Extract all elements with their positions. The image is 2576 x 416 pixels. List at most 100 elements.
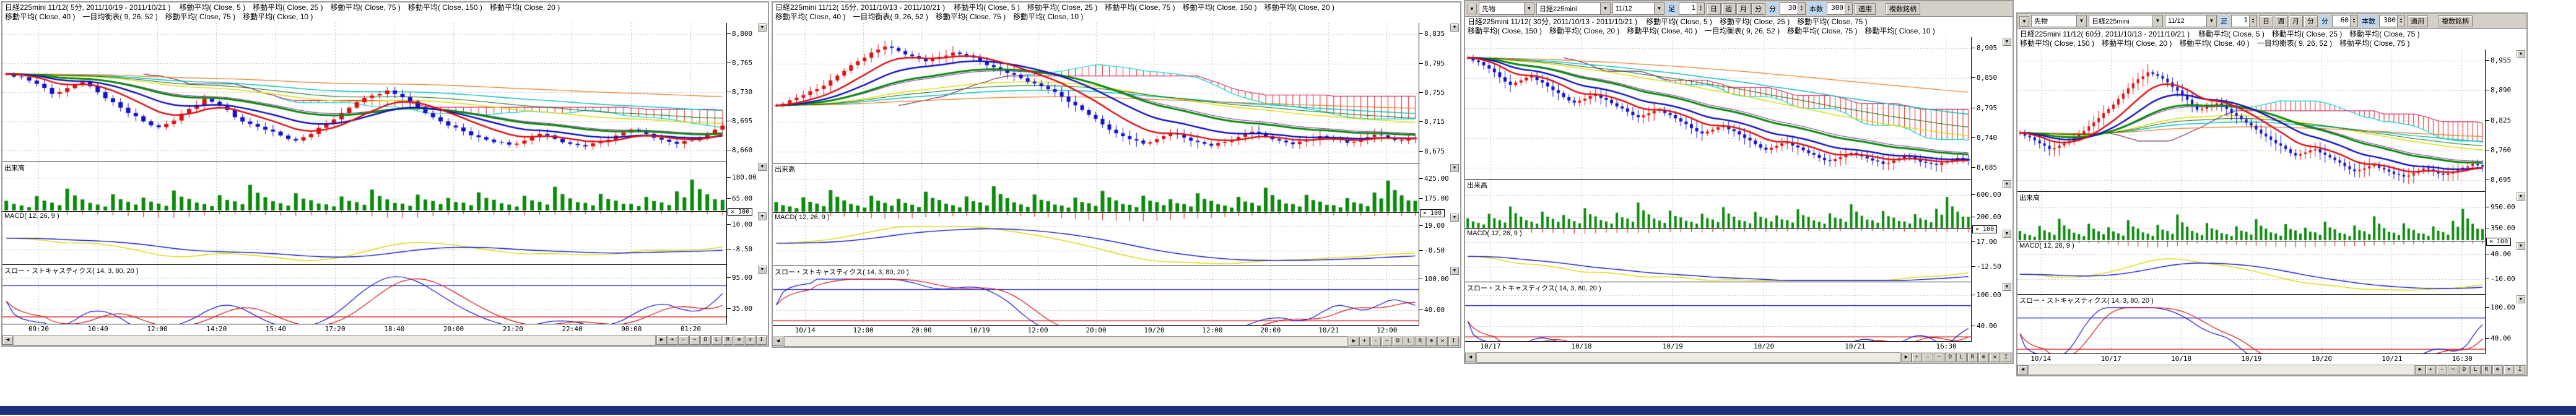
tool-button-+[interactable]: + (1912, 353, 1922, 362)
scroll-left-button[interactable]: ◀ (2, 336, 13, 345)
multi-symbol-button[interactable]: 複数銘柄 (2438, 15, 2473, 27)
period-button-0[interactable]: 日 (1707, 3, 1721, 15)
pane-scale-dropdown[interactable]: ▼ (1450, 214, 1459, 222)
chevron-down-icon[interactable]: ▼ (2152, 15, 2162, 27)
price-chart-canvas[interactable] (2, 23, 726, 162)
spinner-arrows-icon[interactable]: ▲▼ (1845, 3, 1852, 14)
pane-scale-dropdown[interactable]: ▼ (2003, 180, 2011, 188)
tool-button-✕[interactable]: ✕ (1990, 353, 2000, 362)
tool-button-R[interactable]: R (2481, 365, 2492, 375)
period-button-3[interactable]: 分 (1751, 3, 1765, 15)
tool-button-⊕[interactable]: ⊕ (1426, 337, 1437, 346)
price-chart-canvas[interactable] (1465, 37, 1971, 179)
spinner-arrows-icon[interactable]: ▲▼ (1798, 3, 1805, 14)
bar-count-spinner[interactable]: 300 ▲▼ (1827, 2, 1853, 15)
contract-month-select[interactable]: 11/12 ▼ (1612, 2, 1664, 15)
tool-button--[interactable]: - (2437, 365, 2447, 375)
volume-chart-canvas[interactable] (773, 163, 1419, 212)
tool-button--[interactable]: - (1370, 337, 1381, 346)
minute-spinner[interactable]: 60 ▲▼ (2332, 15, 2358, 27)
instrument-type-select[interactable]: 先物 ▼ (2031, 15, 2087, 27)
period-button-0[interactable]: 日 (2259, 15, 2273, 27)
spinner-arrows-icon[interactable]: ▲▼ (2249, 15, 2256, 27)
contract-month-select[interactable]: 11/12 ▼ (2165, 15, 2217, 27)
pane-scale-dropdown[interactable]: ▼ (2517, 242, 2525, 250)
chevron-down-icon[interactable]: ▼ (2206, 15, 2216, 27)
scroll-left-button[interactable]: ◀ (1465, 353, 1476, 362)
volume-chart-canvas[interactable] (1465, 180, 1971, 228)
scroll-right-button[interactable]: ▶ (1349, 337, 1359, 346)
minute-spinner[interactable]: 30 ▲▼ (1780, 2, 1806, 15)
tool-button-I[interactable]: I (2515, 365, 2525, 375)
tool-button-+[interactable]: + (667, 336, 677, 345)
pane-scale-dropdown[interactable]: ▼ (758, 163, 767, 171)
pane-scale-dropdown[interactable]: ▼ (758, 24, 767, 32)
period-button-1[interactable]: 週 (2274, 15, 2288, 27)
volume-chart-canvas[interactable] (2, 162, 726, 211)
pane-scale-dropdown[interactable]: ▼ (2003, 283, 2011, 291)
horizontal-scrollbar[interactable] (2029, 365, 2414, 375)
macd-chart-canvas[interactable] (1465, 229, 1971, 282)
tick-count-spinner[interactable]: 1 ▲▼ (1679, 2, 1705, 15)
tool-button-L[interactable]: L (1956, 353, 1967, 362)
tool-button-~[interactable]: ~ (689, 336, 700, 345)
tool-button-✕[interactable]: ✕ (1437, 337, 1448, 346)
volume-chart-canvas[interactable] (2017, 192, 2485, 241)
macd-chart-canvas[interactable] (2, 212, 726, 264)
pane-scale-dropdown[interactable]: ▼ (2003, 38, 2011, 46)
period-button-1[interactable]: 週 (1721, 3, 1736, 15)
tool-button-L[interactable]: L (711, 336, 722, 345)
price-chart-canvas[interactable] (773, 23, 1419, 163)
tool-button--[interactable]: - (1923, 353, 1933, 362)
tool-button-D[interactable]: D (2459, 365, 2469, 375)
macd-chart-canvas[interactable] (2017, 241, 2485, 294)
tool-button-⊕[interactable]: ⊕ (734, 336, 744, 345)
pane-scale-dropdown[interactable]: ▼ (1450, 164, 1459, 172)
chevron-down-icon[interactable]: ▼ (1654, 3, 1664, 14)
window-menu-button[interactable]: ▼ (2019, 16, 2029, 27)
tool-button-D[interactable]: D (1393, 337, 1403, 346)
pane-scale-dropdown[interactable]: ▼ (1450, 24, 1459, 32)
tool-button-+[interactable]: + (1359, 337, 1370, 346)
chevron-down-icon[interactable]: ▼ (1524, 3, 1534, 14)
pane-scale-dropdown[interactable]: ▼ (2003, 230, 2011, 238)
pane-scale-dropdown[interactable]: ▼ (2517, 50, 2525, 58)
chevron-down-icon[interactable]: ▼ (2076, 15, 2086, 27)
tool-button-L[interactable]: L (2470, 365, 2481, 375)
bar-count-spinner[interactable]: 300 ▲▼ (2379, 15, 2405, 27)
chevron-down-icon[interactable]: ▼ (1600, 3, 1610, 14)
tool-button-R[interactable]: R (1415, 337, 1425, 346)
scroll-right-button[interactable]: ▶ (656, 336, 667, 345)
macd-chart-canvas[interactable] (773, 213, 1419, 266)
tool-button-I[interactable]: I (1448, 337, 1459, 346)
horizontal-scrollbar[interactable] (14, 335, 656, 345)
tool-button-⊕[interactable]: ⊕ (2492, 365, 2503, 375)
tick-count-spinner[interactable]: 1 ▲▼ (2231, 15, 2257, 27)
tool-button-I[interactable]: I (756, 336, 767, 345)
symbol-select[interactable]: 日経225mini ▼ (2089, 15, 2163, 27)
instrument-type-select[interactable]: 先物 ▼ (1479, 2, 1534, 15)
tool-button-✕[interactable]: ✕ (2504, 365, 2514, 375)
tool-button-~[interactable]: ~ (1382, 337, 1392, 346)
spinner-arrows-icon[interactable]: ▲▼ (2397, 15, 2404, 27)
multi-symbol-button[interactable]: 複数銘柄 (1886, 3, 1920, 15)
tool-button-D[interactable]: D (1945, 353, 1956, 362)
price-chart-canvas[interactable] (2017, 50, 2485, 191)
pane-scale-dropdown[interactable]: ▼ (758, 266, 767, 274)
window-menu-button[interactable]: ▼ (1467, 4, 1477, 14)
tool-button-~[interactable]: ~ (2448, 365, 2458, 375)
tool-button-L[interactable]: L (1404, 337, 1414, 346)
spinner-arrows-icon[interactable]: ▲▼ (2350, 15, 2357, 27)
period-button-3[interactable]: 分 (2304, 15, 2318, 27)
tool-button-R[interactable]: R (1967, 353, 1978, 362)
pane-scale-dropdown[interactable]: ▼ (2517, 295, 2525, 303)
tool-button-+[interactable]: + (2426, 365, 2436, 375)
scroll-left-button[interactable]: ◀ (2017, 365, 2028, 375)
symbol-select[interactable]: 日経225mini ▼ (1536, 2, 1611, 15)
horizontal-scrollbar[interactable] (784, 336, 1348, 347)
scroll-right-button[interactable]: ▶ (2415, 365, 2426, 375)
tool-button-I[interactable]: I (2001, 353, 2011, 362)
tool-button-R[interactable]: R (723, 336, 733, 345)
tool-button-✕[interactable]: ✕ (745, 336, 755, 345)
scroll-right-button[interactable]: ▶ (1901, 353, 1912, 362)
